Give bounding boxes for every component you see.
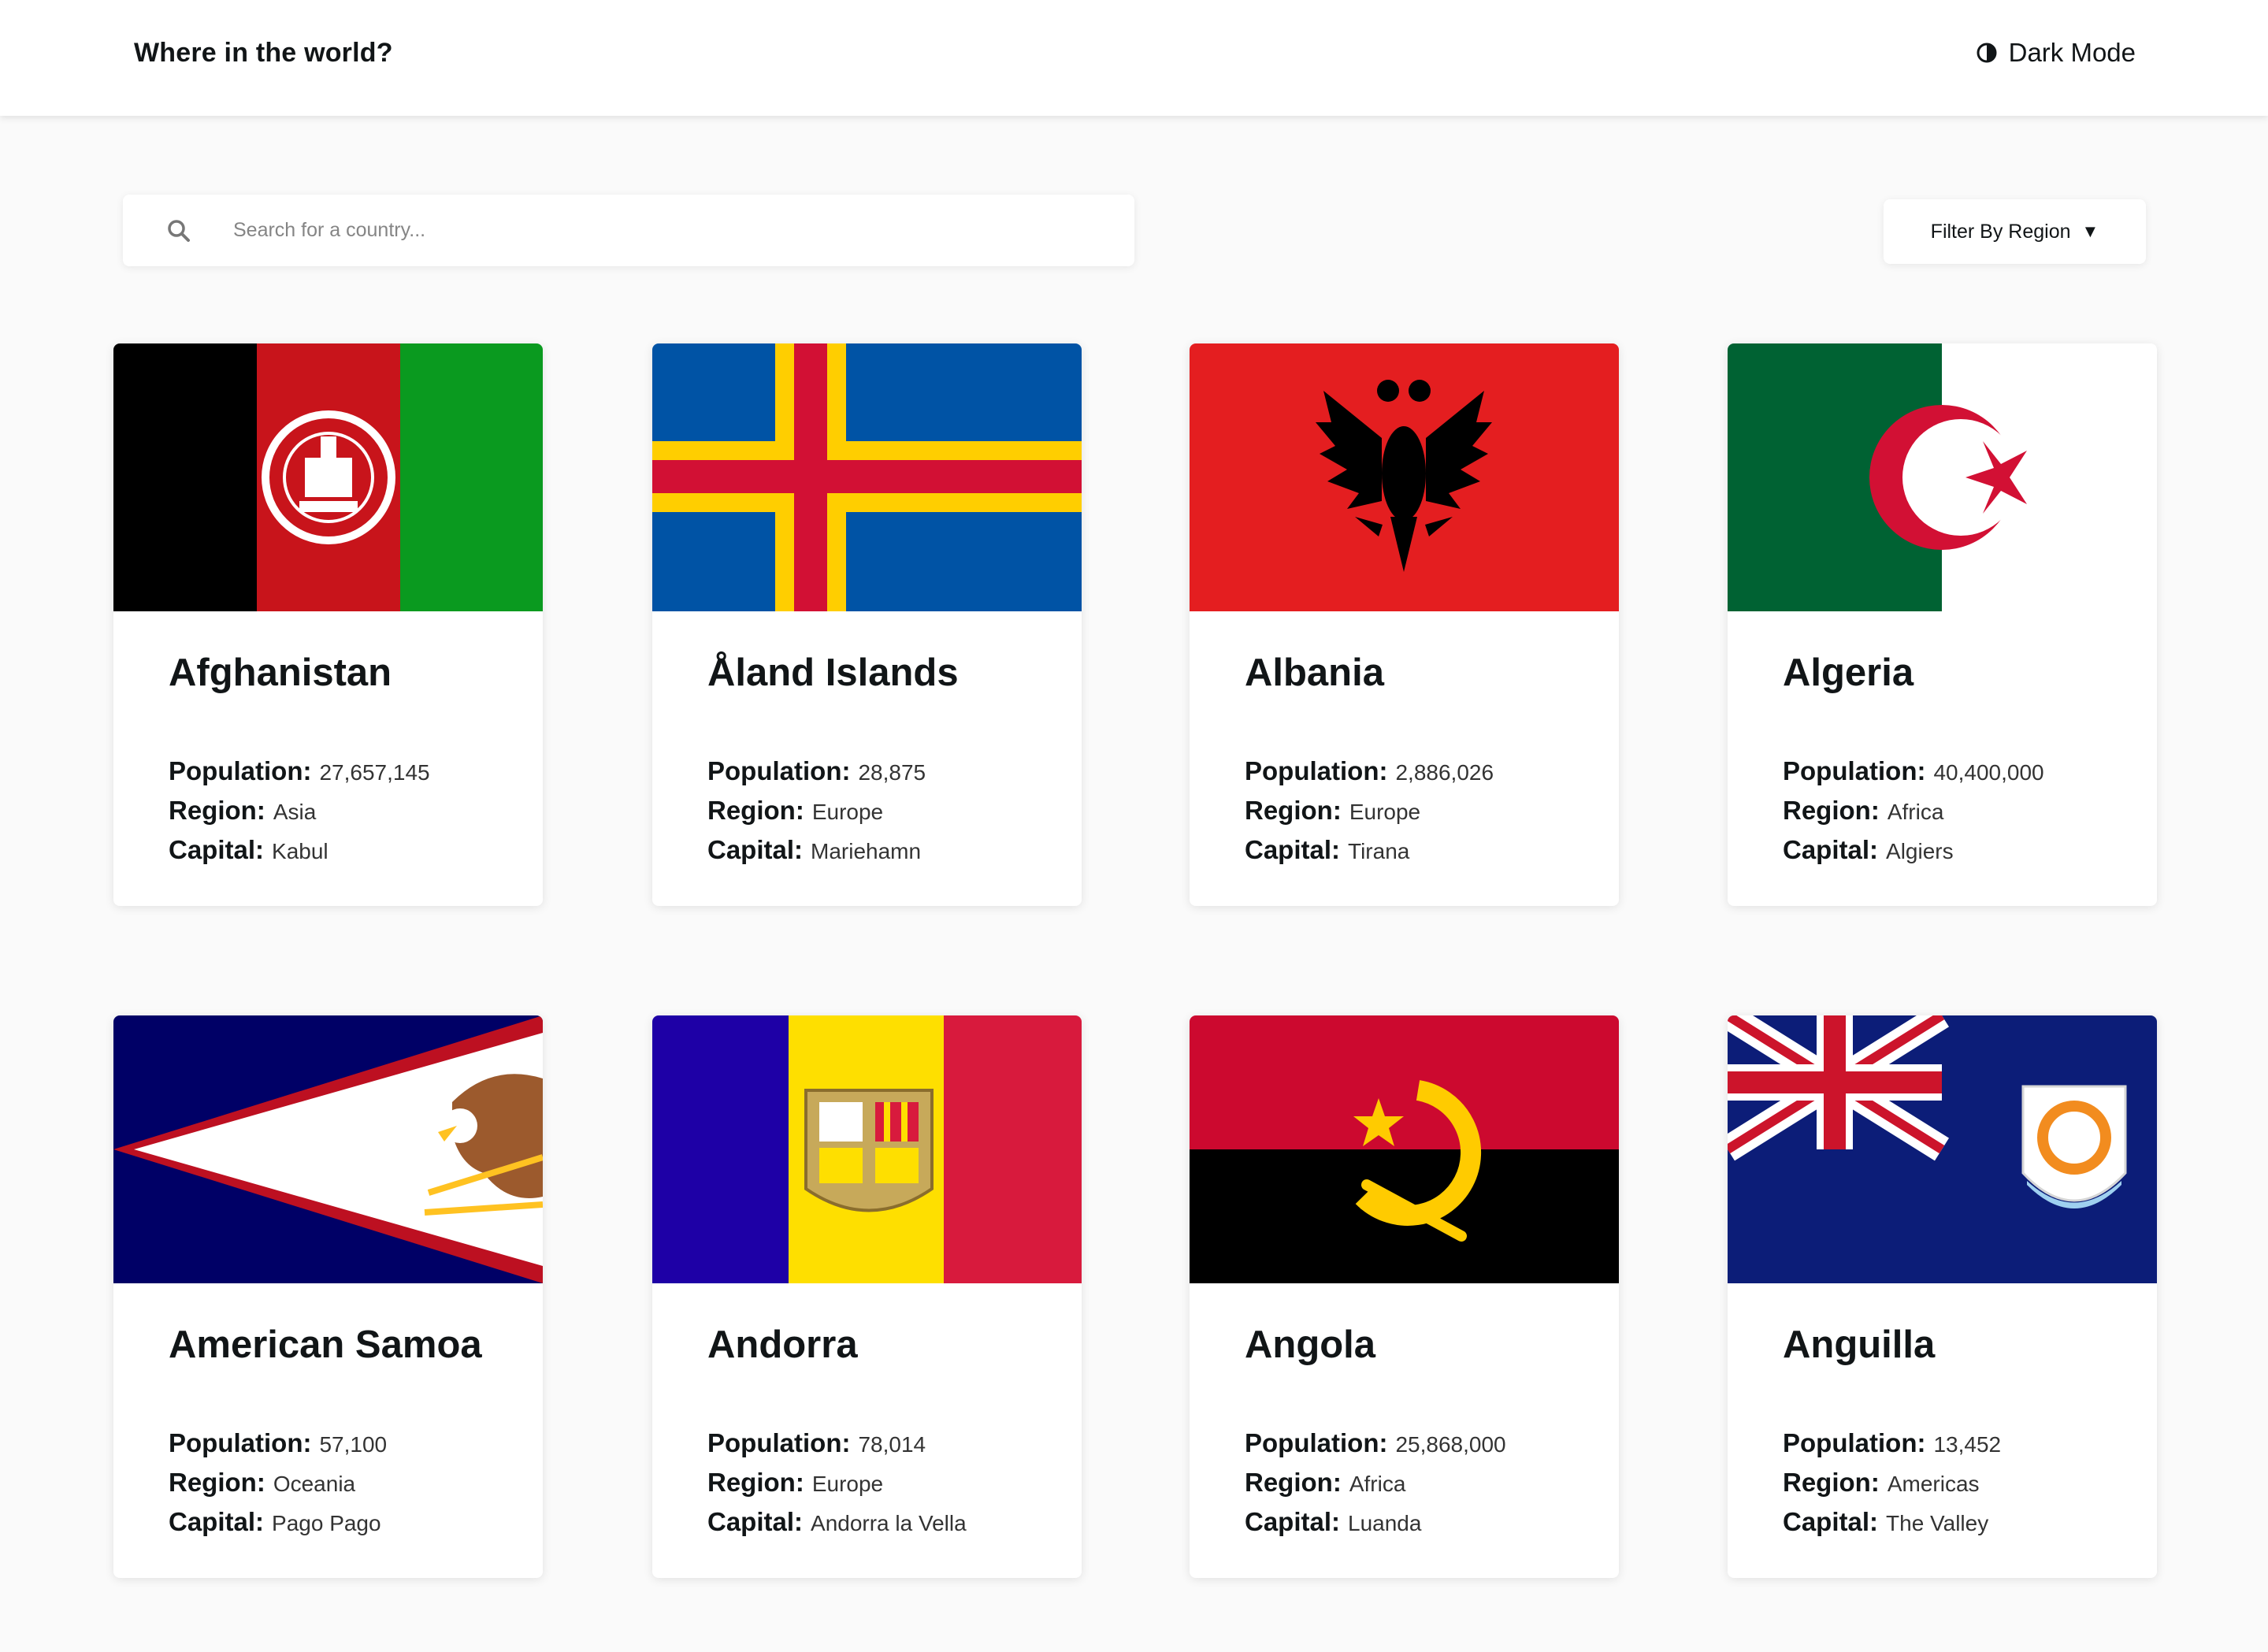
capital-label: Capital:: [169, 1507, 265, 1536]
capital-value: Kabul: [272, 839, 329, 863]
country-card-american-samoa[interactable]: American Samoa Population: 57,100 Region:…: [113, 1015, 543, 1578]
capital-value: Andorra la Vella: [811, 1511, 967, 1535]
region-label: Region:: [1783, 1468, 1880, 1497]
population-label: Population:: [169, 1428, 312, 1457]
country-name: Angola: [1245, 1323, 1376, 1366]
population-label: Population:: [707, 756, 851, 785]
region-value: Africa: [1887, 800, 1944, 824]
capital-label: Capital:: [1783, 835, 1879, 864]
andorra-flag: [652, 1015, 1082, 1283]
half-moon-icon: [1976, 42, 1998, 64]
population-label: Population:: [1245, 1428, 1388, 1457]
region-label: Region:: [707, 1468, 804, 1497]
dark-mode-label: Dark Mode: [2008, 38, 2136, 67]
region-value: Europe: [811, 800, 884, 824]
capital-label: Capital:: [1245, 835, 1341, 864]
country-card-aland-islands[interactable]: Åland Islands Population: 28,875 Region: E…: [652, 343, 1082, 906]
region-label: Region:: [707, 796, 804, 825]
population-value: 78,014: [858, 1432, 926, 1457]
search-icon: [166, 218, 191, 247]
albania-flag: [1190, 343, 1619, 611]
country-card-angola[interactable]: Angola Population: 25,868,000 Region: Afri…: [1190, 1015, 1619, 1578]
capital-label: Capital:: [1783, 1507, 1879, 1536]
region-label: Region:: [1245, 796, 1342, 825]
country-card-afghanistan[interactable]: Afghanistan Population: 27,657,145 Region…: [113, 343, 543, 906]
population-value: 13,452: [1933, 1432, 2002, 1457]
region-value: Europe: [811, 1472, 884, 1496]
capital-value: Algiers: [1886, 839, 1954, 863]
algeria-flag: [1728, 343, 2157, 611]
country-card-algeria[interactable]: Algeria Population: 40,400,000 Region: Afr…: [1728, 343, 2157, 906]
capital-label: Capital:: [1245, 1507, 1341, 1536]
region-value: Asia: [273, 800, 317, 824]
capital-value: Luanda: [1348, 1511, 1422, 1535]
region-filter-dropdown[interactable]: Filter By Region ▼: [1884, 199, 2146, 264]
capital-value: The Valley: [1886, 1511, 1989, 1535]
capital-label: Capital:: [169, 835, 265, 864]
capital-value: Pago Pago: [272, 1511, 381, 1535]
region-label: Region:: [1783, 796, 1880, 825]
region-value: Americas: [1887, 1472, 1980, 1496]
app-title: Where in the world?: [134, 38, 393, 68]
country-card-albania[interactable]: Albania Population: 2,886,026 Region: Euro…: [1190, 343, 1619, 906]
country-name: Afghanistan: [169, 652, 392, 694]
dark-mode-toggle[interactable]: Dark Mode: [1976, 38, 2136, 68]
region-label: Region:: [169, 1468, 265, 1497]
afghanistan-flag: [113, 343, 543, 611]
country-card-anguilla[interactable]: Anguilla Population: 13,452 Region: Americ…: [1728, 1015, 2157, 1578]
country-name: Åland Islands: [707, 652, 959, 694]
population-value: 28,875: [858, 760, 926, 785]
region-filter-label: Filter By Region: [1930, 220, 2071, 243]
region-label: Region:: [1245, 1468, 1342, 1497]
population-label: Population:: [1245, 756, 1388, 785]
population-value: 27,657,145: [319, 760, 430, 785]
anguilla-flag: [1728, 1015, 2157, 1283]
capital-label: Capital:: [707, 835, 804, 864]
region-label: Region:: [169, 796, 265, 825]
country-card-andorra[interactable]: Andorra Population: 78,014 Region: Europe …: [652, 1015, 1082, 1578]
population-value: 2,886,026: [1395, 760, 1494, 785]
country-name: American Samoa: [169, 1323, 482, 1366]
aland-islands-flag: [652, 343, 1082, 611]
population-label: Population:: [1783, 1428, 1926, 1457]
region-value: Europe: [1349, 800, 1421, 824]
american-samoa-flag: [113, 1015, 543, 1283]
population-label: Population:: [1783, 756, 1926, 785]
population-value: 40,400,000: [1933, 760, 2044, 785]
country-name: Algeria: [1783, 652, 1914, 694]
capital-value: Mariehamn: [811, 839, 922, 863]
search-input[interactable]: [233, 195, 1100, 266]
population-label: Population:: [169, 756, 312, 785]
population-value: 25,868,000: [1395, 1432, 1506, 1457]
population-label: Population:: [707, 1428, 851, 1457]
country-name: Albania: [1245, 652, 1384, 694]
capital-label: Capital:: [707, 1507, 804, 1536]
country-name: Andorra: [707, 1323, 858, 1366]
country-name: Anguilla: [1783, 1323, 1936, 1366]
region-value: Oceania: [273, 1472, 356, 1496]
region-value: Africa: [1349, 1472, 1406, 1496]
population-value: 57,100: [319, 1432, 388, 1457]
angola-flag: [1190, 1015, 1619, 1283]
top-header: Where in the world? Dark Mode: [0, 0, 2268, 116]
search-box[interactable]: [123, 195, 1134, 266]
capital-value: Tirana: [1348, 839, 1410, 863]
caret-down-icon: ▼: [2081, 221, 2099, 241]
